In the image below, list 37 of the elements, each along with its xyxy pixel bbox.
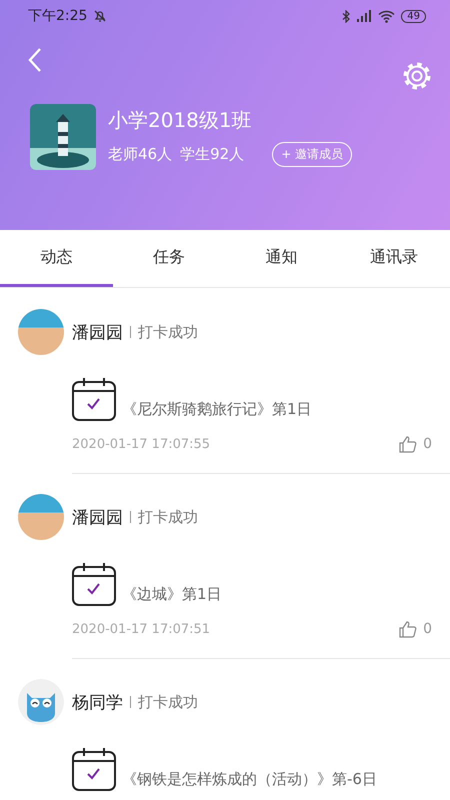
class-name: 小学2018级1班 — [108, 107, 253, 134]
bluetooth-icon — [342, 10, 350, 22]
avatar-photo-placeholder — [18, 494, 64, 540]
owl-avatar — [18, 679, 64, 725]
settings-icon[interactable] — [402, 61, 432, 91]
post-time: 2020-01-17 17:07:55 — [72, 436, 210, 452]
like-count: 0 — [423, 436, 432, 452]
post-action: 打卡成功 — [138, 692, 198, 712]
book-title[interactable]: 《边城》第1日 — [122, 585, 222, 606]
student-count: 学生92人 — [180, 145, 244, 164]
lighthouse-picture — [30, 104, 96, 170]
thumbs-up-icon[interactable] — [399, 435, 418, 453]
tab[interactable]: 通讯录 — [338, 230, 450, 287]
post-time: 2020-01-17 17:07:51 — [72, 622, 210, 636]
user-name: 潘园园 — [72, 506, 123, 528]
thumbs-up-icon[interactable] — [399, 620, 418, 638]
tab[interactable]: 动态 — [0, 230, 112, 287]
user-name: 潘园园 — [72, 322, 123, 344]
like-count: 0 — [423, 621, 432, 637]
user-name: 杨同学 — [72, 692, 123, 714]
tab[interactable]: 通知 — [225, 230, 338, 287]
battery-indicator: 49 — [401, 10, 426, 22]
post-action: 打卡成功 — [138, 322, 198, 342]
signal-icon — [356, 10, 372, 22]
book-title[interactable]: 《尼尔斯骑鹅旅行记》第1日 — [122, 400, 312, 421]
book-title[interactable]: 《钢铁是怎样炼成的（活动）》第-6日 — [122, 770, 377, 791]
status-time: 下午2:25 — [28, 7, 88, 25]
post-action: 打卡成功 — [138, 508, 198, 526]
calendar-check-icon — [72, 377, 116, 421]
bell-off-icon — [93, 9, 108, 23]
back-icon[interactable] — [27, 47, 43, 73]
tab[interactable]: 任务 — [112, 230, 225, 287]
calendar-check-icon — [72, 562, 116, 606]
avatar-photo-placeholder — [18, 309, 64, 355]
wifi-icon — [378, 10, 396, 22]
calendar-check-icon — [72, 747, 116, 791]
teacher-count: 老师46人 — [108, 145, 172, 164]
